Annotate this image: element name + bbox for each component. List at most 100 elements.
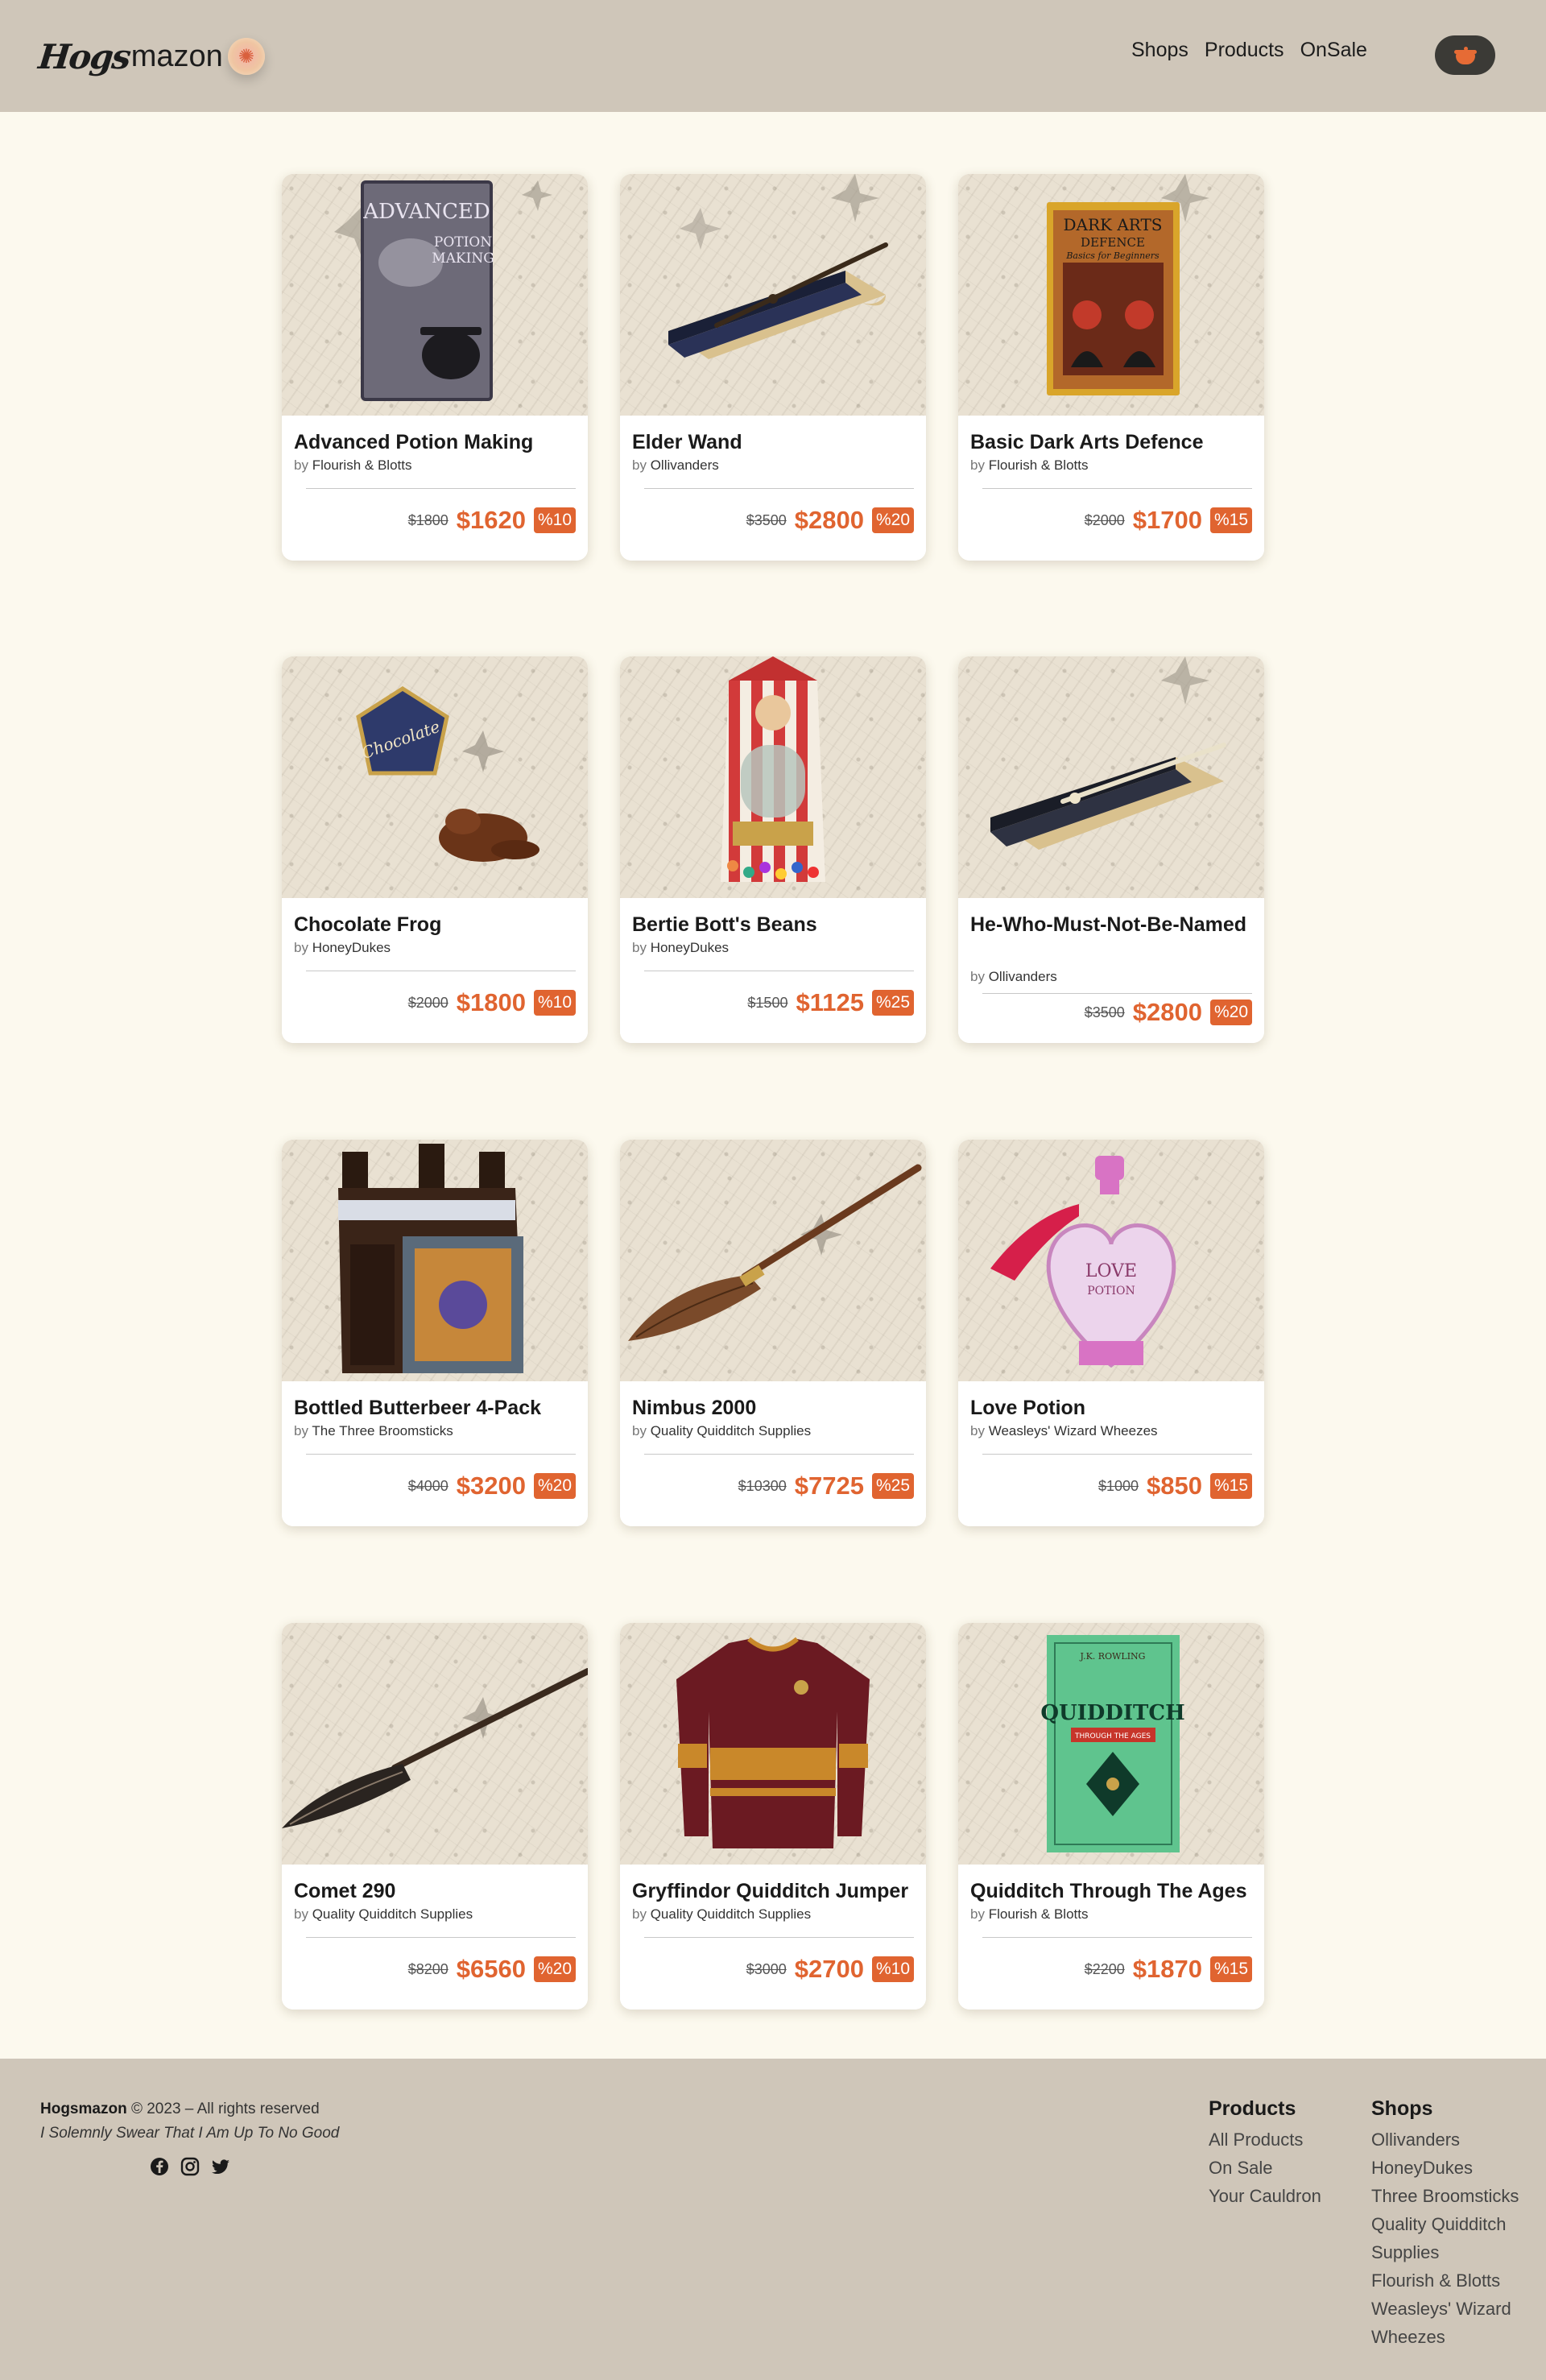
old-price: $1500 xyxy=(747,994,788,1011)
product-image xyxy=(620,1140,926,1381)
product-shop-name[interactable]: HoneyDukes xyxy=(651,940,729,955)
product-info: Gryffindor Quidditch Jumper by Quality Q… xyxy=(620,1865,926,2010)
product-title[interactable]: Love Potion xyxy=(970,1394,1252,1422)
footer-link-weasleys-wheezes[interactable]: Wheezes xyxy=(1371,2323,1519,2351)
footer-link-weasleys-wizard[interactable]: Weasleys' Wizard xyxy=(1371,2295,1519,2323)
product-title[interactable]: Bertie Bott's Beans xyxy=(632,911,914,939)
svg-text:POTION: POTION xyxy=(434,234,492,250)
product-card[interactable]: ADVANCED POTION MAKING Advanced Potion M… xyxy=(282,174,588,561)
product-shop-name[interactable]: The Three Broomsticks xyxy=(312,1423,453,1438)
divider xyxy=(644,1937,914,1938)
product-shop: by Quality Quidditch Supplies xyxy=(294,1906,473,1922)
footer-link-on-sale[interactable]: On Sale xyxy=(1209,2154,1321,2182)
price-row: $3500 $2800 %20 xyxy=(746,506,914,535)
product-shop: by HoneyDukes xyxy=(294,940,391,955)
sale-price: $1700 xyxy=(1132,506,1202,534)
footer-link-quality-quidditch[interactable]: Quality Quidditch xyxy=(1371,2210,1519,2238)
discount-badge: %15 xyxy=(1209,1956,1252,1982)
product-title[interactable]: He-Who-Must-Not-Be-Named xyxy=(970,911,1252,939)
product-shop-name[interactable]: Ollivanders xyxy=(989,969,1057,984)
svg-text:ADVANCED: ADVANCED xyxy=(362,200,490,224)
product-shop-name[interactable]: Flourish & Blotts xyxy=(989,457,1089,473)
product-shop-name[interactable]: Flourish & Blotts xyxy=(312,457,412,473)
product-shop-name[interactable]: Quality Quidditch Supplies xyxy=(312,1906,473,1922)
product-title[interactable]: Advanced Potion Making xyxy=(294,428,576,457)
discount-badge: %10 xyxy=(533,507,576,533)
product-image xyxy=(282,1140,588,1381)
copyright-notice: © 2023 – All rights reserved xyxy=(126,2101,320,2117)
footer-link-quality-quidditch-supplies[interactable]: Supplies xyxy=(1371,2238,1519,2266)
quidditch-book-illustration: J.K. ROWLING QUIDDITCH THROUGH THE AGES xyxy=(1040,1635,1185,1852)
divider xyxy=(982,488,1252,489)
bertie-botts-beans-illustration xyxy=(721,656,825,882)
nav-onsale[interactable]: OnSale xyxy=(1300,39,1367,62)
sale-price: $2700 xyxy=(794,1955,864,1983)
price-row: $2200 $1870 %15 xyxy=(1085,1955,1252,1984)
footer-link-three-broomsticks[interactable]: Three Broomsticks xyxy=(1371,2182,1519,2210)
footer-link-ollivanders[interactable]: Ollivanders xyxy=(1371,2125,1519,2154)
product-info: Bottled Butterbeer 4-Pack by The Three B… xyxy=(282,1381,588,1526)
product-card[interactable]: Comet 290 by Quality Quidditch Supplies … xyxy=(282,1623,588,2010)
product-shop-name[interactable]: Weasleys' Wizard Wheezes xyxy=(989,1423,1158,1438)
old-price: $3500 xyxy=(1084,1004,1125,1020)
old-price: $2000 xyxy=(1084,511,1125,528)
brand-logo[interactable]: Hogs mazon ✺ xyxy=(36,32,265,81)
nav-products[interactable]: Products xyxy=(1205,39,1284,62)
product-shop: by Quality Quidditch Supplies xyxy=(632,1906,812,1922)
cauldron-cart-button[interactable] xyxy=(1435,35,1495,75)
twitter-icon[interactable] xyxy=(211,2157,230,2176)
product-title[interactable]: Comet 290 xyxy=(294,1877,576,1906)
sale-price: $3200 xyxy=(456,1471,526,1500)
product-info: Advanced Potion Making by Flourish & Blo… xyxy=(282,416,588,561)
product-card[interactable]: J.K. ROWLING QUIDDITCH THROUGH THE AGES … xyxy=(958,1623,1264,2010)
footer-link-your-cauldron[interactable]: Your Cauldron xyxy=(1209,2182,1321,2210)
butterbeer-pack-illustration xyxy=(338,1144,523,1373)
product-card[interactable]: Elder Wand by Ollivanders $3500 $2800 %2… xyxy=(620,174,926,561)
divider xyxy=(982,1454,1252,1455)
footer-link-flourish-blotts[interactable]: Flourish & Blotts xyxy=(1371,2266,1519,2295)
product-title[interactable]: Gryffindor Quidditch Jumper xyxy=(632,1877,914,1906)
product-shop-name[interactable]: Flourish & Blotts xyxy=(989,1906,1089,1922)
product-shop-name[interactable]: Quality Quidditch Supplies xyxy=(651,1906,811,1922)
instagram-icon[interactable] xyxy=(180,2157,200,2176)
product-shop-name[interactable]: Quality Quidditch Supplies xyxy=(651,1423,811,1438)
product-card[interactable]: Bottled Butterbeer 4-Pack by The Three B… xyxy=(282,1140,588,1526)
footer-link-honeydukes[interactable]: HoneyDukes xyxy=(1371,2154,1519,2182)
product-title[interactable]: Bottled Butterbeer 4-Pack xyxy=(294,1394,576,1422)
product-card[interactable]: DARK ARTS DEFENCE Basics for Beginners B… xyxy=(958,174,1264,561)
product-card[interactable]: LOVE POTION Love Potion by Weasleys' Wiz… xyxy=(958,1140,1264,1526)
facebook-icon[interactable] xyxy=(150,2157,169,2176)
product-shop: by Flourish & Blotts xyxy=(970,1906,1089,1922)
brand-mazon-text: mazon xyxy=(130,39,223,73)
price-row: $1800 $1620 %10 xyxy=(408,506,576,535)
old-price: $3000 xyxy=(746,1960,787,1977)
discount-badge: %20 xyxy=(533,1473,576,1499)
footer-link-all-products[interactable]: All Products xyxy=(1209,2125,1321,2154)
product-title[interactable]: Chocolate Frog xyxy=(294,911,576,939)
product-title[interactable]: Quidditch Through The Ages xyxy=(970,1877,1252,1906)
product-card[interactable]: He-Who-Must-Not-Be-Named by Ollivanders … xyxy=(958,656,1264,1043)
product-card[interactable]: Chocolate Chocolate Frog by HoneyDukes $… xyxy=(282,656,588,1043)
product-card[interactable]: Bertie Bott's Beans by HoneyDukes $1500 … xyxy=(620,656,926,1043)
price-row: $4000 $3200 %20 xyxy=(408,1471,576,1500)
chocolate-frog-illustration: Chocolate xyxy=(356,686,539,862)
old-price: $2200 xyxy=(1084,1960,1125,1977)
old-price: $2000 xyxy=(407,994,449,1011)
product-image: LOVE POTION xyxy=(958,1140,1264,1381)
voldemort-wand-illustration xyxy=(990,656,1226,850)
sale-price: $1125 xyxy=(796,988,864,1016)
divider xyxy=(306,488,576,489)
price-row: $2000 $1800 %10 xyxy=(408,988,576,1017)
product-title[interactable]: Elder Wand xyxy=(632,428,914,457)
discount-badge: %15 xyxy=(1209,507,1252,533)
nav-shops[interactable]: Shops xyxy=(1131,39,1188,62)
price-row: $1000 $850 %15 xyxy=(1098,1471,1252,1500)
sale-price: $2800 xyxy=(1132,998,1202,1026)
product-card[interactable]: Nimbus 2000 by Quality Quidditch Supplie… xyxy=(620,1140,926,1526)
product-title[interactable]: Nimbus 2000 xyxy=(632,1394,914,1422)
product-card[interactable]: Gryffindor Quidditch Jumper by Quality Q… xyxy=(620,1623,926,2010)
product-image: DARK ARTS DEFENCE Basics for Beginners xyxy=(958,174,1264,416)
product-shop-name[interactable]: Ollivanders xyxy=(651,457,719,473)
product-title[interactable]: Basic Dark Arts Defence xyxy=(970,428,1252,457)
product-shop-name[interactable]: HoneyDukes xyxy=(312,940,391,955)
